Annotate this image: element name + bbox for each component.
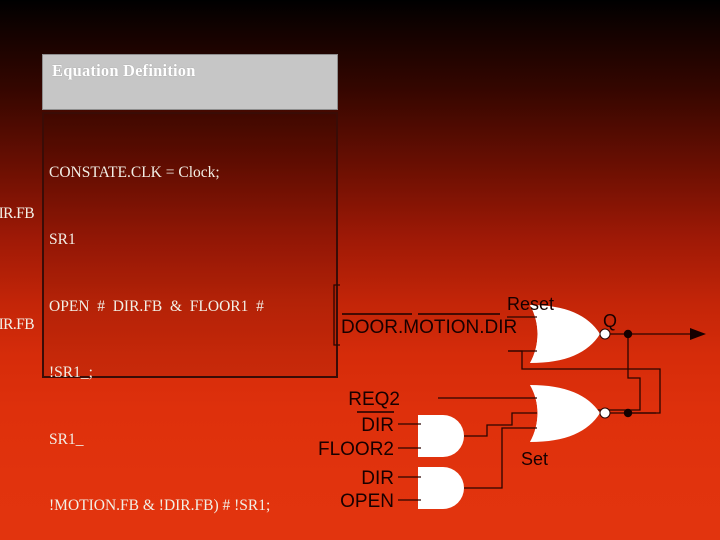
- and-gate-floor2: [418, 415, 464, 457]
- equation-panel-header: Equation Definition: [42, 54, 338, 110]
- label-reset: Reset: [507, 294, 554, 314]
- label-and2-open: OPEN: [340, 491, 394, 512]
- page-title: Equation Definition: [52, 61, 196, 80]
- nor-gate-reset: [530, 305, 611, 363]
- equation-text-block: CONSTATE.CLK = Clock; SR1 OPEN # DIR.FB …: [49, 118, 339, 540]
- equation-gutter-fragment: DIR.FB: [0, 316, 35, 333]
- wire-and2-output: [464, 427, 537, 489]
- nor-gate-reset-body: [530, 305, 562, 363]
- label-set: Set: [521, 449, 548, 469]
- nor-gate-set-shape: [530, 385, 600, 442]
- equation-definition-panel: Equation Definition CONSTATE.CLK = Clock…: [42, 54, 338, 514]
- equation-line: !SR1_;: [49, 364, 93, 382]
- equation-line: SR1: [49, 231, 76, 248]
- nor-gate-reset-shape: [530, 305, 600, 363]
- junction-dot-q: [623, 329, 633, 339]
- equation-panel-body: CONSTATE.CLK = Clock; SR1 OPEN # DIR.FB …: [42, 112, 338, 514]
- arrow-head-q-output: [690, 328, 706, 340]
- label-door-motion-dir: DOOR.MOTION.DIR: [341, 317, 517, 338]
- wire-feedback-qbar-to-reset: [508, 350, 661, 414]
- and-gate-open-body: [418, 467, 464, 509]
- wire-and1-output: [464, 412, 537, 437]
- equation-line: SR1_: [49, 430, 84, 448]
- equation-gutter-fragment: DIR.FB: [0, 205, 35, 222]
- junction-dot-qbar: [623, 408, 633, 418]
- nor-gate-reset-inversion-bubble: [599, 328, 611, 340]
- equation-line: CONSTATE.CLK = Clock;: [49, 164, 220, 182]
- label-q: Q: [603, 311, 617, 331]
- nor-gate-set-body: [530, 385, 562, 442]
- and-gate-floor2-body: [418, 415, 464, 457]
- nor-gate-set: [530, 385, 611, 442]
- equation-line: !MOTION.FB & !DIR.FB) # !SR1;: [49, 497, 271, 515]
- equation-line: OPEN # DIR.FB & FLOOR1 #: [49, 297, 264, 315]
- wire-feedback-q-to-set: [537, 338, 641, 421]
- and-gate-open: [418, 467, 464, 509]
- slide-canvas: Equation Definition CONSTATE.CLK = Clock…: [0, 0, 720, 540]
- label-req2: REQ2: [348, 389, 400, 410]
- nor-gate-set-inversion-bubble: [599, 407, 611, 419]
- label-and1-dir: DIR: [361, 415, 394, 436]
- label-and2-dir: DIR: [361, 468, 394, 489]
